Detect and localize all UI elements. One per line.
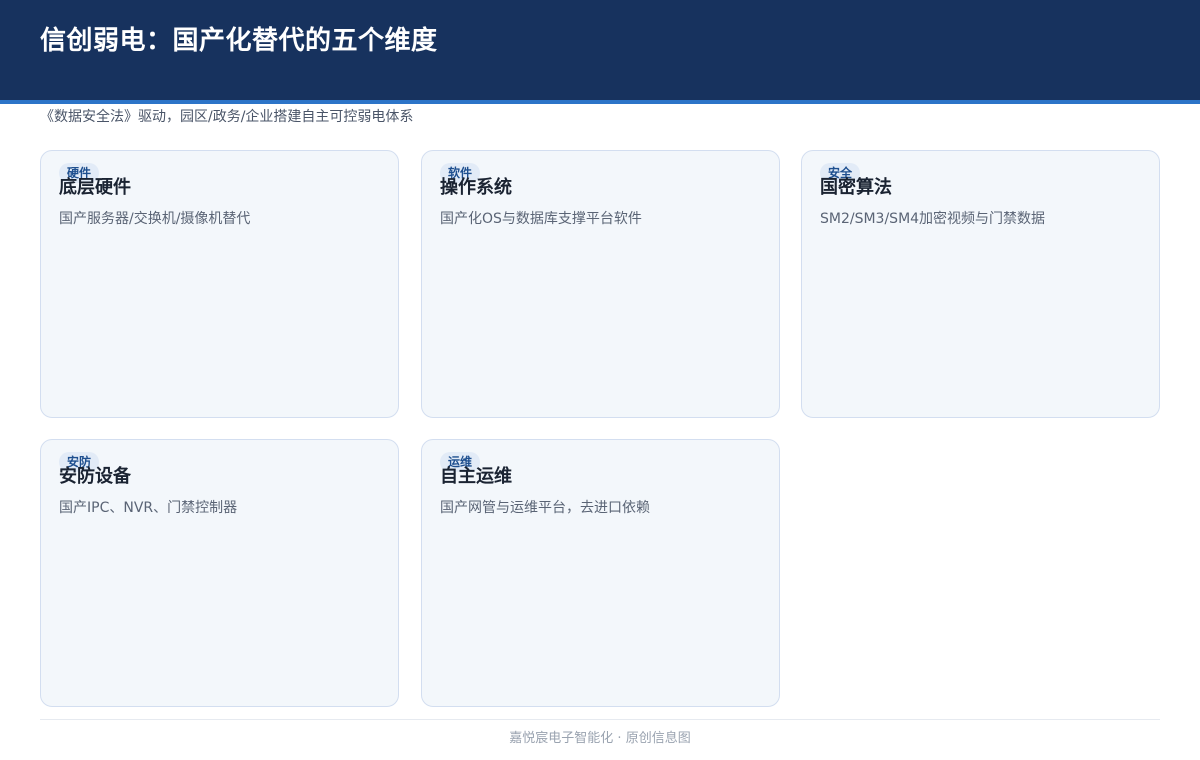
header-accent-line [0,100,1200,104]
card-description: SM2/SM3/SM4加密视频与门禁数据 [820,211,1046,227]
card-description: 国产网管与运维平台，去进口依赖 [440,500,650,516]
card-title: 操作系统 [440,177,512,198]
page-subtitle: 《数据安全法》驱动，园区/政务/企业搭建自主可控弱电体系 [40,109,414,125]
page-title: 信创弱电：国产化替代的五个维度 [40,26,438,56]
footer-credit: 嘉悦宸电子智能化 · 原创信息图 [509,731,691,746]
card-description: 国产IPC、NVR、门禁控制器 [59,500,238,516]
card-operating-system: 软件 操作系统 国产化OS与数据库支撑平台软件 [421,150,780,418]
card-description: 国产服务器/交换机/摄像机替代 [59,211,251,227]
card-description: 国产化OS与数据库支撑平台软件 [440,211,642,227]
card-title: 国密算法 [820,177,892,198]
card-hardware: 硬件 底层硬件 国产服务器/交换机/摄像机替代 [40,150,399,418]
card-title: 安防设备 [59,466,131,487]
card-crypto: 安全 国密算法 SM2/SM3/SM4加密视频与门禁数据 [801,150,1160,418]
card-security-devices: 安防 安防设备 国产IPC、NVR、门禁控制器 [40,439,399,707]
footer-divider [40,719,1160,720]
card-operations: 运维 自主运维 国产网管与运维平台，去进口依赖 [421,439,780,707]
card-title: 自主运维 [440,466,512,487]
card-title: 底层硬件 [59,177,131,198]
header-bar: 信创弱电：国产化替代的五个维度 [0,0,1200,100]
